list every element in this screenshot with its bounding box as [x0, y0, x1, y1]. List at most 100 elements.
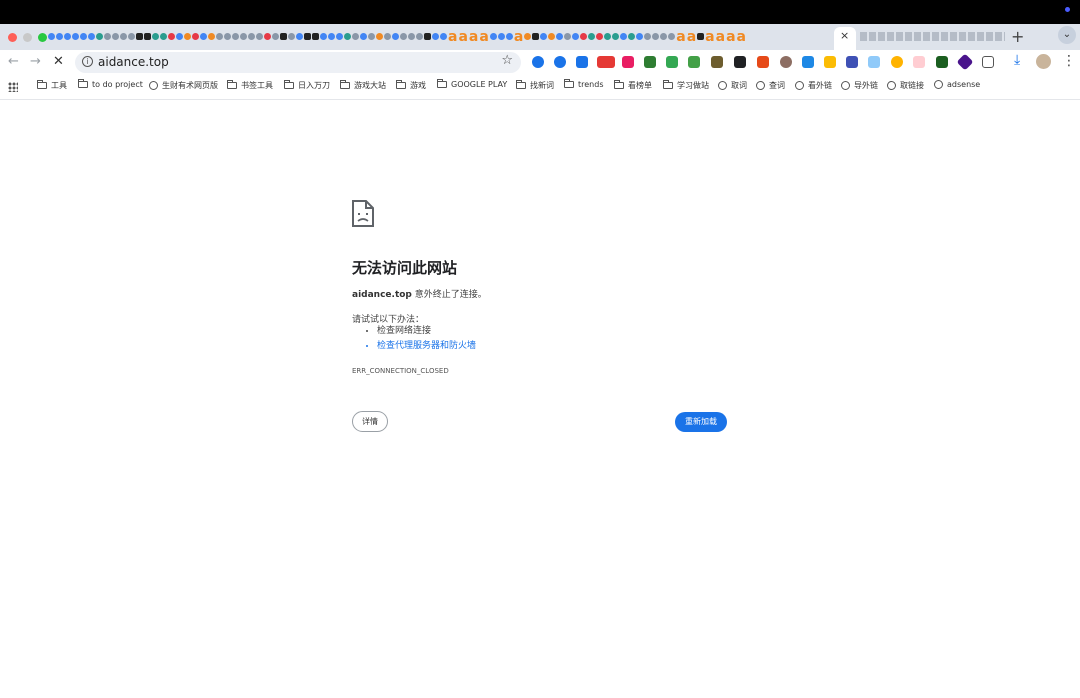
- download-icon[interactable]: ⤓: [1014, 52, 1020, 68]
- tab-favicon[interactable]: [408, 33, 415, 40]
- extension-icon[interactable]: [846, 56, 858, 68]
- tab-favicon[interactable]: [432, 33, 439, 40]
- tab-favicon[interactable]: [120, 33, 127, 40]
- tab-letter[interactable]: a: [448, 29, 457, 45]
- tab-favicon[interactable]: [224, 33, 231, 40]
- extension-icon[interactable]: [666, 56, 678, 68]
- bookmark-folder[interactable]: 工具: [37, 80, 67, 91]
- cloud-extension-icon[interactable]: [532, 56, 544, 68]
- tab-favicon[interactable]: [636, 33, 644, 40]
- tab-favicon[interactable]: [168, 33, 175, 40]
- tab-favicon[interactable]: [620, 33, 628, 40]
- site-info-icon[interactable]: i: [82, 56, 93, 67]
- tab-favicon[interactable]: [208, 33, 215, 40]
- back-icon[interactable]: ←: [8, 54, 19, 69]
- bookmark-folder[interactable]: 游戏: [396, 80, 426, 91]
- tab-search-button[interactable]: ⌄: [1058, 26, 1076, 44]
- tab-favicon[interactable]: [644, 33, 652, 40]
- forward-icon[interactable]: →: [30, 54, 41, 69]
- tab-favicon[interactable]: [176, 33, 183, 40]
- tab-favicon[interactable]: [532, 33, 540, 40]
- tab-favicon[interactable]: [96, 33, 103, 40]
- tab-favicon[interactable]: [144, 33, 151, 40]
- tab-favicon[interactable]: [588, 33, 596, 40]
- extension-icon[interactable]: [554, 56, 566, 68]
- tab-favicon[interactable]: [288, 33, 295, 40]
- tab-letter[interactable]: a: [479, 29, 488, 45]
- bookmark-link[interactable]: 导外链: [841, 80, 878, 91]
- more-menu-icon[interactable]: ⋮: [1062, 53, 1076, 69]
- tab-favicon[interactable]: [604, 33, 612, 40]
- details-button[interactable]: 详情: [352, 411, 388, 432]
- bookmark-folder[interactable]: trends: [564, 79, 604, 89]
- tab-favicon[interactable]: [572, 33, 580, 40]
- extension-icon[interactable]: [936, 56, 948, 68]
- tab-favicon[interactable]: [88, 33, 95, 40]
- tab-letter[interactable]: a: [705, 29, 714, 45]
- tab-favicon[interactable]: [489, 33, 497, 40]
- tab-favicon[interactable]: [392, 33, 399, 40]
- tab-favicon[interactable]: [416, 33, 423, 40]
- tab-favicons-overflow[interactable]: [860, 32, 1005, 41]
- tab-favicon[interactable]: [320, 33, 327, 40]
- tab-favicon[interactable]: [240, 33, 247, 40]
- extensions-menu-icon[interactable]: [982, 56, 994, 68]
- tab-favicon[interactable]: [312, 33, 319, 40]
- tab-favicon[interactable]: [328, 33, 335, 40]
- tab-letter[interactable]: a: [458, 29, 467, 45]
- tab-letter[interactable]: a: [676, 29, 685, 45]
- tab-favicon[interactable]: [64, 33, 71, 40]
- bookmark-folder[interactable]: 找新词: [516, 80, 554, 91]
- tab-favicon[interactable]: [296, 33, 303, 40]
- tab-favicon[interactable]: [612, 33, 620, 40]
- tab-favicon[interactable]: [556, 33, 564, 40]
- tab-favicon[interactable]: [160, 33, 167, 40]
- zoom-window-button[interactable]: [38, 33, 47, 42]
- bookmark-star-icon[interactable]: ☆: [501, 53, 513, 68]
- tab-favicon[interactable]: [112, 33, 119, 40]
- tab-favicon[interactable]: [344, 33, 351, 40]
- tab-favicon[interactable]: [216, 33, 223, 40]
- tab-favicon[interactable]: [697, 33, 705, 40]
- tab-favicon[interactable]: [376, 33, 383, 40]
- bookmark-link[interactable]: 生财有术网页版: [149, 80, 218, 91]
- extension-icon[interactable]: [644, 56, 656, 68]
- tab-letter[interactable]: a: [726, 29, 735, 45]
- tab-favicon[interactable]: [360, 33, 367, 40]
- address-bar[interactable]: i aidance.top ☆: [75, 52, 521, 73]
- new-tab-button[interactable]: +: [1011, 27, 1024, 46]
- tab-letter[interactable]: a: [737, 29, 746, 45]
- tab-favicon[interactable]: [540, 33, 548, 40]
- tab-favicon[interactable]: [48, 33, 55, 40]
- tab-favicon[interactable]: [72, 33, 79, 40]
- extension-icon[interactable]: [868, 56, 880, 68]
- bookmark-folder[interactable]: 日入万刀: [284, 80, 330, 91]
- tab-favicon[interactable]: [128, 33, 135, 40]
- tab-letter[interactable]: a: [469, 29, 478, 45]
- tab-favicon[interactable]: [136, 33, 143, 40]
- active-tab[interactable]: ×: [834, 27, 856, 50]
- extension-icon[interactable]: [597, 56, 615, 68]
- bookmark-folder[interactable]: 游戏大站: [340, 80, 386, 91]
- bookmark-folder[interactable]: 学习做站: [663, 80, 709, 91]
- close-window-button[interactable]: [8, 33, 17, 42]
- puzzle-extension-icon[interactable]: [576, 56, 588, 68]
- tab-favicon[interactable]: [596, 33, 604, 40]
- bookmark-link[interactable]: adsense: [934, 80, 980, 89]
- tab-favicon[interactable]: [264, 33, 271, 40]
- tab-favicon[interactable]: [352, 33, 359, 40]
- tab-letter[interactable]: a: [514, 29, 523, 45]
- extension-icon[interactable]: [757, 56, 769, 68]
- tab-favicon[interactable]: [384, 33, 391, 40]
- tab-favicon[interactable]: [200, 33, 207, 40]
- tab-favicon[interactable]: [580, 33, 588, 40]
- tab-favicon[interactable]: [80, 33, 87, 40]
- extension-icon[interactable]: [688, 56, 700, 68]
- bookmark-link[interactable]: 查词: [756, 80, 785, 91]
- bookmark-folder[interactable]: GOOGLE PLAY: [437, 79, 507, 89]
- tab-favicon[interactable]: [652, 33, 660, 40]
- tab-letter[interactable]: a: [687, 29, 696, 45]
- bookmark-folder[interactable]: to do project: [78, 79, 143, 89]
- tab-favicon[interactable]: [336, 33, 343, 40]
- tab-favicon[interactable]: [232, 33, 239, 40]
